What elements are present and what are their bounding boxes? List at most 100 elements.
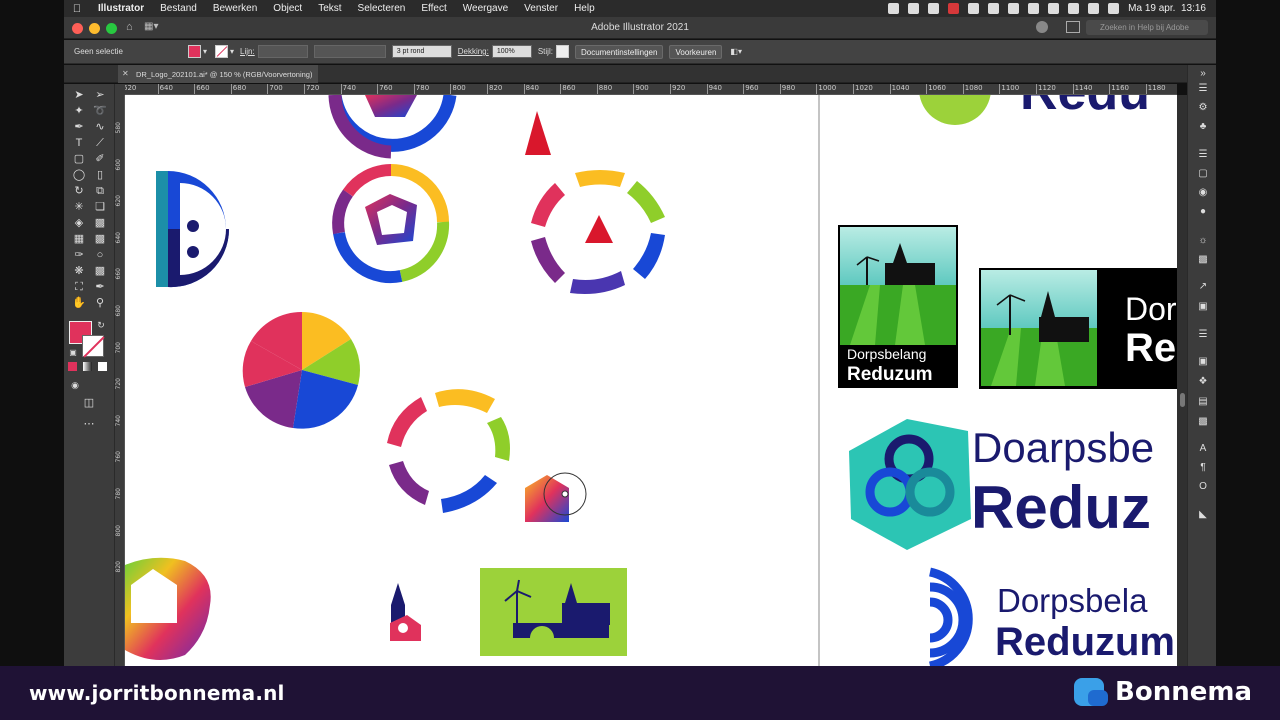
mail-icon[interactable] — [948, 3, 960, 14]
appearance-icon[interactable]: ☼ — [1197, 235, 1209, 247]
none-mode-icon[interactable] — [98, 362, 107, 371]
artboard-tool-icon[interactable]: ⛶ — [72, 280, 86, 294]
style-field[interactable]: Stijl: — [538, 45, 569, 58]
paintbrush-tool-icon[interactable]: ✐ — [93, 152, 107, 166]
symbol-sprayer-tool-icon[interactable]: ❋ — [72, 264, 86, 278]
pathfinder-icon[interactable]: ▩ — [1197, 416, 1209, 428]
menu-venster[interactable]: Venster — [516, 3, 566, 14]
pen-tool-icon[interactable]: ✒ — [72, 120, 86, 134]
footer-url[interactable]: www.jorritbonnema.nl — [29, 681, 285, 705]
variable-width-dropdown[interactable] — [313, 45, 386, 58]
cloud-docs-icon[interactable] — [1036, 21, 1048, 33]
default-colors-icon[interactable]: ▣ — [66, 346, 80, 360]
menu-tekst[interactable]: Tekst — [310, 3, 349, 14]
artboard-canvas[interactable]: Dorpsbelang Reduzum Dor Re Doarpsbe Redu… — [125, 95, 1177, 666]
opacity-input[interactable]: 100% — [491, 45, 532, 58]
battery-icon[interactable] — [1028, 3, 1040, 14]
swatches-icon[interactable]: ● — [1197, 206, 1209, 218]
rectangle-tool-icon[interactable]: ▢ — [72, 152, 86, 166]
close-tab-icon[interactable]: ✕ — [122, 69, 129, 78]
menu-bewerken[interactable]: Bewerken — [205, 3, 265, 14]
opacity-field[interactable]: Dekking: 100% — [458, 45, 532, 58]
panel-toggle-icon[interactable] — [1066, 21, 1080, 33]
gear-open-logo[interactable] — [387, 389, 510, 513]
symbols-icon[interactable]: ♣ — [1197, 121, 1209, 133]
sync-icon[interactable] — [968, 3, 980, 14]
stroke-label[interactable]: Lijn: — [240, 47, 255, 56]
puppet-warp-tool-icon[interactable]: ✳ — [72, 200, 86, 214]
stroke-weight-field[interactable]: Lijn: — [240, 45, 308, 58]
libraries-icon[interactable]: ⚙ — [1197, 102, 1209, 114]
swap-fill-stroke-icon[interactable]: ↻ — [94, 318, 108, 332]
links-icon[interactable]: ▣ — [1197, 356, 1209, 368]
spotlight-icon[interactable] — [1068, 3, 1080, 14]
gear-triangle-logo[interactable] — [531, 170, 665, 294]
transform-icon[interactable]: ❖ — [1197, 376, 1209, 388]
image-trace-icon[interactable]: ◣ — [1197, 509, 1209, 521]
partial-ring-logo[interactable] — [328, 95, 457, 159]
gradient-mode-icon[interactable] — [83, 362, 92, 371]
help-search-input[interactable]: Zoeken in Help bij Adobe — [1086, 20, 1208, 35]
column-graph-tool-icon[interactable]: ▩ — [93, 264, 107, 278]
rotate-tool-icon[interactable]: ↻ — [72, 184, 86, 198]
scale-tool-icon[interactable]: ⧉ — [93, 184, 107, 198]
siri-icon[interactable] — [1108, 3, 1120, 14]
layers-icon[interactable]: ☰ — [1197, 83, 1209, 95]
menu-illustrator[interactable]: Illustrator — [90, 3, 152, 14]
menu-help[interactable]: Help — [566, 3, 603, 14]
document-settings-button[interactable]: Documentinstellingen — [574, 44, 664, 59]
more-tools-icon[interactable]: ⋯ — [82, 417, 96, 431]
vertical-scrollbar[interactable] — [1177, 95, 1187, 666]
shape-builder-tool-icon[interactable]: ◈ — [72, 216, 86, 230]
blend-tool-icon[interactable]: ○ — [93, 248, 107, 262]
magic-wand-tool-icon[interactable]: ✦ — [72, 104, 86, 118]
stroke-swatch[interactable] — [82, 335, 104, 357]
line-tool-icon[interactable]: ⟋ — [93, 136, 107, 150]
color-mode-icon[interactable] — [68, 362, 77, 371]
play-icon[interactable] — [988, 3, 1000, 14]
wifi-icon[interactable] — [1048, 3, 1060, 14]
brush-dropdown[interactable]: 3 pt rond — [391, 45, 452, 58]
apple-icon[interactable]:  — [64, 3, 90, 15]
control-center-icon[interactable] — [1088, 3, 1100, 14]
green-circle[interactable] — [919, 95, 991, 125]
character-icon[interactable]: A — [1197, 443, 1209, 455]
house-gradient-icon[interactable] — [525, 472, 587, 522]
properties-icon[interactable]: ☰ — [1197, 149, 1209, 161]
scrollbar-thumb[interactable] — [1180, 393, 1185, 407]
arrow-icon[interactable]: » — [1197, 68, 1209, 80]
menubar-clock[interactable]: Ma 19 apr. 13:16 — [1128, 3, 1206, 14]
stroke-none-swatch[interactable] — [215, 45, 229, 58]
stroke-dropdown-icon[interactable]: ▾ — [230, 47, 234, 56]
horizontal-ruler[interactable]: 620 640 660 680 700 720 740 760 780 800 820 840 860 8… — [125, 84, 1177, 95]
slice-tool-icon[interactable]: ✒ — [93, 280, 107, 294]
adjust-icon[interactable]: ☰ — [1197, 329, 1209, 341]
paragraph-icon[interactable]: ¶ — [1197, 462, 1209, 474]
artboards-icon[interactable]: ▣ — [1197, 301, 1209, 313]
hand-tool-icon[interactable]: ✋ — [72, 296, 86, 310]
shaper-tool-icon[interactable]: ◯ — [72, 168, 86, 182]
direct-selection-tool-icon[interactable]: ➢ — [93, 88, 107, 102]
type-tool-icon[interactable]: T — [72, 136, 86, 150]
zoom-tool-icon[interactable]: ⚲ — [93, 296, 107, 310]
menu-bestand[interactable]: Bestand — [152, 3, 205, 14]
selection-tool-icon[interactable]: ➤ — [72, 88, 86, 102]
dorpsbelang-wave-logo[interactable] — [928, 567, 973, 666]
menu-effect[interactable]: Effect — [413, 3, 454, 14]
volume-icon[interactable] — [1008, 3, 1020, 14]
church-tower-icon[interactable] — [390, 583, 421, 641]
green-village-tile[interactable] — [480, 568, 627, 656]
color-panel-icon[interactable]: ◉ — [1197, 187, 1209, 199]
lasso-tool-icon[interactable]: ➰ — [93, 104, 107, 118]
eyedropper-tool-icon[interactable]: ✑ — [72, 248, 86, 262]
free-transform-tool-icon[interactable]: ❏ — [93, 200, 107, 214]
dropbox-icon[interactable] — [928, 3, 940, 14]
color-pie[interactable] — [242, 311, 360, 429]
vertical-ruler[interactable]: 580 600 620 640 660 680 700 720 740 760 780 800 820 — [115, 84, 125, 666]
menu-weergave[interactable]: Weergave — [455, 3, 516, 14]
letter-d-logo[interactable] — [156, 171, 230, 288]
perspective-grid-tool-icon[interactable]: ▦ — [72, 232, 86, 246]
blob-house-logo[interactable] — [125, 557, 211, 660]
opentype-icon[interactable]: O — [1197, 481, 1209, 493]
doarpsbelang-hex-logo[interactable] — [849, 419, 971, 550]
